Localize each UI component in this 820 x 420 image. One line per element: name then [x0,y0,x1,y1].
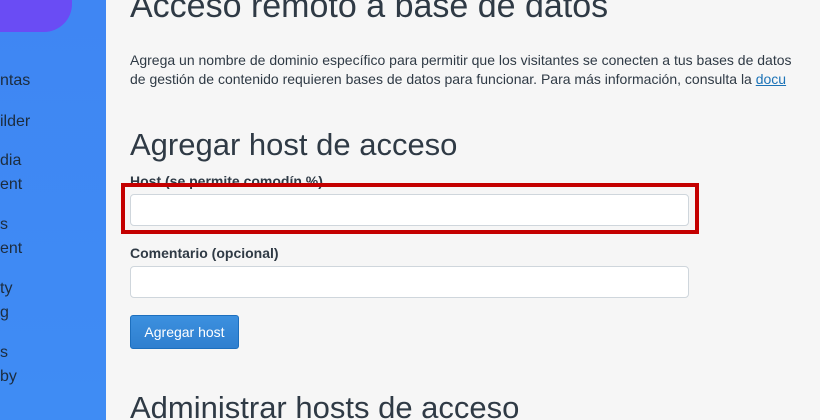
comment-label: Comentario (opcional) [130,245,279,261]
sidebar-item-4-label-line-1: s [0,216,8,233]
sidebar-item-2-label: ilder [0,113,31,130]
sidebar-item-3-label-line-1: dia [0,152,22,169]
intro-line-1: Agrega un nombre de dominio específico p… [130,52,792,68]
sidebar-item-1-label: ntas [0,72,31,89]
main-content: Acceso remoto a base de datos Agrega un … [106,0,820,420]
page-title: Acceso remoto a base de datos [130,0,609,25]
sidebar-item-3-label-line-2: ent [0,176,23,193]
comment-input[interactable] [130,266,689,298]
host-input[interactable] [130,194,689,226]
sidebar-item-5-label-line-2: g [0,304,9,321]
add-host-button[interactable]: Agregar host [130,315,239,349]
sidebar-item-6-label-line-1: s [0,344,8,361]
documentation-link[interactable]: docu [756,71,786,87]
sidebar-item-3[interactable]: dia ent [0,149,22,197]
logo[interactable] [0,0,72,32]
sidebar-item-5-label-line-1: ty [0,280,13,297]
sidebar-item-4[interactable]: s ent [0,213,22,261]
sidebar-item-4-label-line-2: ent [0,240,23,257]
sidebar-item-5[interactable]: ty g [0,277,12,325]
add-access-host-title: Agregar host de acceso [130,127,458,162]
sidebar-item-2[interactable]: ilder [0,110,30,134]
intro-line-2: de gestión de contenido requieren bases … [130,70,820,89]
sidebar-item-6-label-line-2: by [0,368,17,385]
intro-line-2-text: de gestión de contenido requieren bases … [130,71,756,87]
sidebar-item-1[interactable]: ntas [0,69,30,93]
intro-text: Agrega un nombre de dominio específico p… [130,51,820,89]
sidebar-item-6[interactable]: s by [0,341,17,389]
manage-access-hosts-title: Administrar hosts de acceso [130,390,520,420]
sidebar: ntas ilder dia ent s ent ty g s by [0,0,106,420]
host-label: Host (se permite comodín %) [130,173,323,189]
